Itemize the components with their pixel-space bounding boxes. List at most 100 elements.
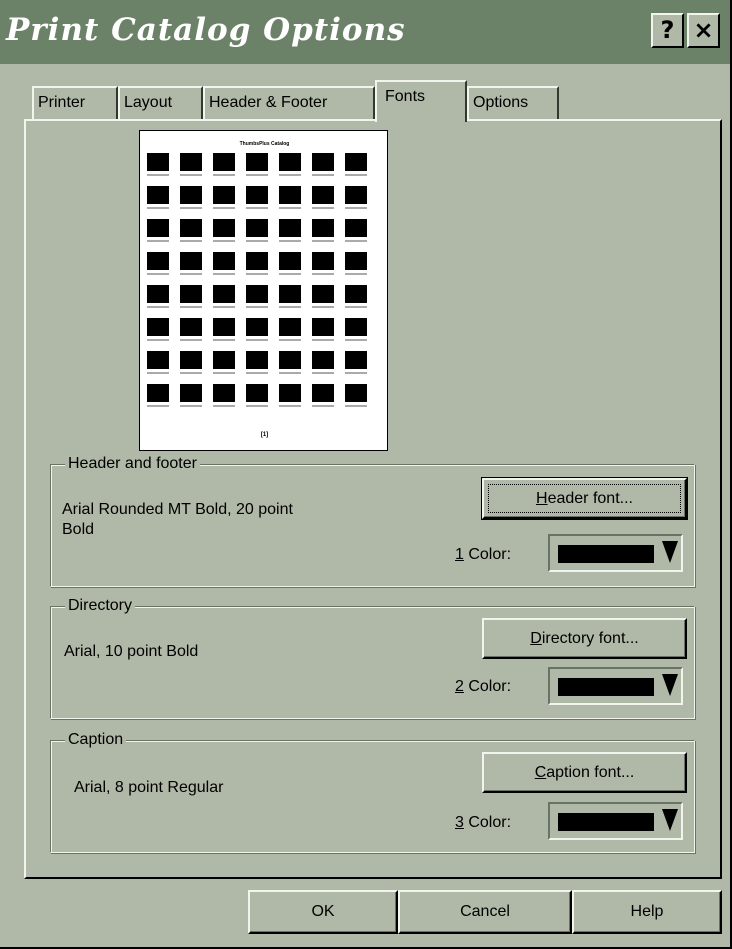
preview-thumbnail: [279, 351, 301, 369]
preview-thumbnail: [312, 219, 334, 237]
preview-thumbnail-caption: [180, 405, 202, 407]
preview-thumbnail: [213, 186, 235, 204]
close-button[interactable]: ×: [687, 13, 720, 48]
preview-thumbnail-caption: [279, 240, 301, 242]
preview-thumbnail: [246, 351, 268, 369]
header-font-button[interactable]: Header font...: [481, 477, 688, 520]
preview-thumbnail-caption: [345, 339, 367, 341]
header-color-text: Color:: [463, 546, 512, 563]
preview-thumbnail: [345, 252, 367, 270]
preview-thumbnail-caption: [213, 372, 235, 374]
header-color-mnemonic: 1: [455, 546, 464, 563]
preview-thumbnail-caption: [279, 339, 301, 341]
header-footer-group-label: Header and footer: [65, 454, 200, 474]
preview-thumbnail: [147, 219, 169, 237]
preview-thumbnail-caption: [312, 174, 334, 176]
dropdown-arrow-icon: [662, 541, 678, 563]
preview-thumbnail-caption: [312, 207, 334, 209]
tab-options[interactable]: Options: [467, 86, 559, 120]
tab-printer[interactable]: Printer: [32, 86, 118, 120]
directory-font-description: Arial, 10 point Bold: [64, 643, 199, 660]
preview-thumbnail: [147, 186, 169, 204]
preview-thumbnail: [279, 219, 301, 237]
caption-font-button[interactable]: Caption font...: [482, 752, 687, 793]
preview-thumbnail: [180, 318, 202, 336]
directory-font-button[interactable]: Directory font...: [482, 618, 687, 659]
preview-thumbnail: [345, 285, 367, 303]
preview-thumbnail-caption: [312, 240, 334, 242]
preview-thumbnail-caption: [246, 372, 268, 374]
preview-thumbnail: [213, 219, 235, 237]
tab-header-footer[interactable]: Header & Footer: [203, 86, 375, 120]
directory-color-label: 2 Color:: [455, 677, 511, 697]
preview-thumbnail: [312, 318, 334, 336]
ok-button[interactable]: OK: [248, 890, 398, 934]
preview-thumbnail-caption: [246, 207, 268, 209]
preview-thumbnail-caption: [213, 240, 235, 242]
preview-thumbnail: [345, 351, 367, 369]
preview-thumbnail: [180, 252, 202, 270]
preview-thumbnail: [279, 252, 301, 270]
preview-thumbnail-caption: [213, 207, 235, 209]
caption-font-label: aption font...: [546, 764, 635, 781]
preview-thumbnail-caption: [180, 240, 202, 242]
preview-thumbnail-caption: [246, 306, 268, 308]
preview-thumbnail-caption: [246, 339, 268, 341]
preview-thumbnail-caption: [279, 405, 301, 407]
preview-thumbnail: [180, 219, 202, 237]
preview-thumbnail: [147, 318, 169, 336]
preview-thumbnail: [180, 384, 202, 402]
preview-thumbnail-caption: [147, 207, 169, 209]
header-color-dropdown[interactable]: [548, 534, 683, 572]
header-color-label: 1 Color:: [455, 545, 511, 565]
preview-thumbnail: [345, 186, 367, 204]
preview-thumbnail-caption: [312, 372, 334, 374]
preview-thumbnail: [345, 384, 367, 402]
dropdown-arrow-icon: [662, 809, 678, 831]
preview-thumbnail: [345, 318, 367, 336]
preview-thumbnail: [312, 384, 334, 402]
directory-color-text: Color:: [463, 678, 512, 695]
preview-thumbnail-caption: [180, 273, 202, 275]
preview-thumbnail: [279, 384, 301, 402]
help-button[interactable]: Help: [572, 890, 722, 934]
cancel-button[interactable]: Cancel: [398, 890, 572, 934]
preview-thumbnail: [246, 186, 268, 204]
preview-thumbnail: [312, 153, 334, 171]
caption-font-mnemonic: C: [534, 764, 547, 781]
preview-thumbnail: [147, 153, 169, 171]
preview-thumbnail-caption: [147, 174, 169, 176]
preview-thumbnail: [279, 186, 301, 204]
preview-thumbnail-caption: [147, 240, 169, 242]
directory-group-label: Directory: [65, 596, 136, 616]
preview-thumbnail: [180, 186, 202, 204]
preview-thumbnail-caption: [147, 372, 169, 374]
tab-fonts[interactable]: Fonts: [375, 80, 467, 122]
preview-thumbnail: [213, 285, 235, 303]
preview-page-title: ThumbsPlus Catalog: [239, 141, 290, 147]
tab-layout[interactable]: Layout: [118, 86, 203, 120]
preview-thumbnail: [312, 252, 334, 270]
preview-thumbnail-caption: [213, 174, 235, 176]
caption-color-text: Color:: [463, 814, 512, 831]
directory-color-dropdown[interactable]: [548, 667, 683, 705]
preview-thumbnail-caption: [279, 174, 301, 176]
preview-thumbnail: [180, 285, 202, 303]
header-footer-font-description: Arial Rounded MT Bold, 20 point Bold: [62, 501, 293, 538]
preview-thumbnail: [147, 252, 169, 270]
help-question-button[interactable]: ?: [651, 13, 684, 48]
preview-page-number: [1]: [260, 432, 269, 438]
preview-thumbnail: [246, 384, 268, 402]
preview-thumbnail-caption: [213, 405, 235, 407]
preview-thumbnail: [213, 252, 235, 270]
title-bar[interactable]: Print Catalog Options ? ×: [0, 0, 730, 64]
preview-thumbnail-caption: [345, 306, 367, 308]
preview-thumbnail: [246, 252, 268, 270]
preview-thumbnail: [279, 285, 301, 303]
preview-thumbnail: [147, 384, 169, 402]
preview-thumbnail-caption: [246, 273, 268, 275]
preview-thumbnail-caption: [345, 372, 367, 374]
caption-color-dropdown[interactable]: [548, 802, 683, 840]
preview-thumbnail-caption: [147, 339, 169, 341]
preview-thumbnail: [279, 153, 301, 171]
